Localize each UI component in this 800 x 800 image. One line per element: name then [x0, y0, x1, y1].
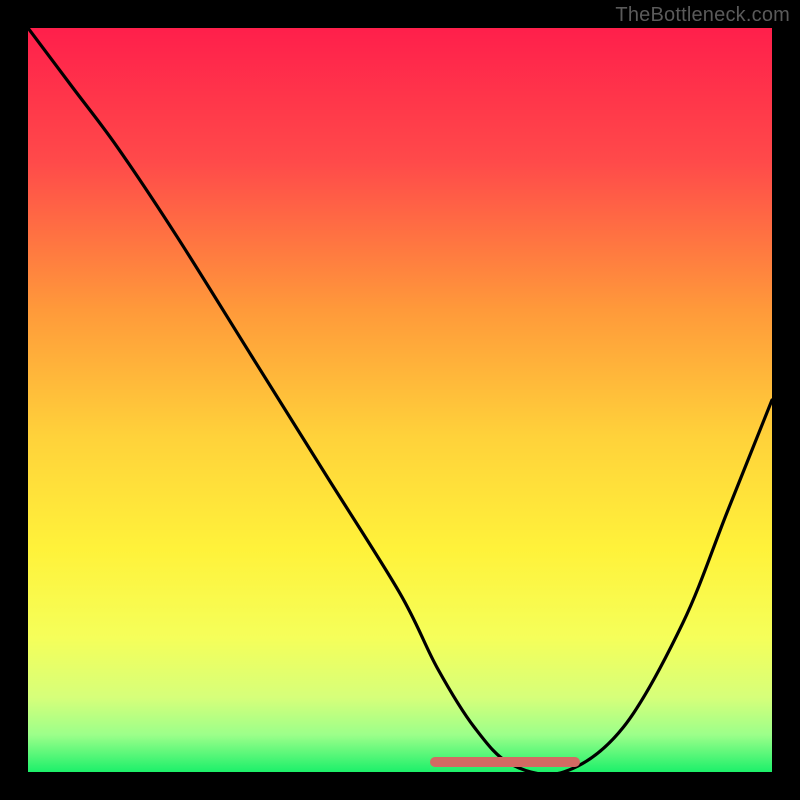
bottleneck-curve [28, 28, 772, 772]
min-highlight-bar [430, 757, 580, 767]
watermark-text: TheBottleneck.com [615, 4, 790, 27]
chart-frame: TheBottleneck.com [0, 0, 800, 800]
plot-area [28, 28, 772, 772]
